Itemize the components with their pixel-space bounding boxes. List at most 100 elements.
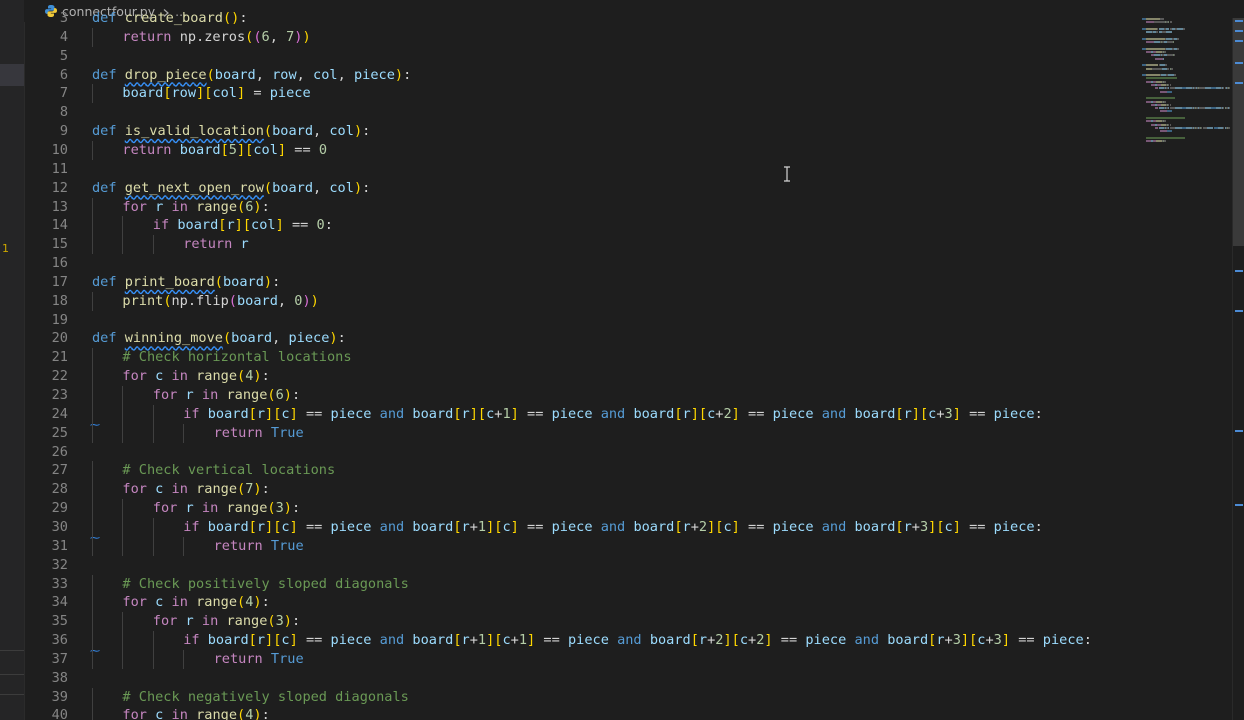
minimap[interactable]	[1142, 18, 1232, 158]
line-number: 38	[51, 669, 68, 686]
line-number: 19	[51, 311, 68, 328]
code-token: :	[403, 66, 412, 83]
code-line[interactable]: 40 for c in range(4):	[24, 706, 1142, 720]
code-line[interactable]: 35 for r in range(3):	[24, 612, 1142, 632]
code-line[interactable]: 32	[24, 556, 1142, 575]
code-token: )	[283, 500, 292, 517]
minimap-line	[1146, 64, 1159, 67]
minimap-line	[1167, 90, 1172, 93]
code-token: True	[270, 424, 304, 441]
code-line[interactable]: 11	[24, 160, 1142, 179]
code-token: [	[674, 518, 683, 535]
code-token: in	[201, 387, 227, 403]
code-token: ==	[739, 405, 773, 422]
minimap-line	[1228, 126, 1230, 129]
code-text: # Check vertical locations	[122, 461, 335, 480]
minimap-line	[1146, 136, 1185, 139]
code-line[interactable]: 33 # Check positively sloped diagonals	[24, 574, 1142, 594]
code-line[interactable]: 13 for r in range(6):	[24, 197, 1142, 217]
code-line[interactable]: 5	[24, 47, 1142, 66]
code-token: 0	[318, 141, 328, 158]
code-line[interactable]: 3 def create_board():	[24, 9, 1142, 28]
code-line[interactable]: 22 for c in range(4):	[24, 367, 1142, 387]
line-number: 10	[51, 141, 68, 158]
code-line[interactable]: 24 ⁓ if board[r][c] == piece and board[r][…	[24, 404, 1142, 431]
code-token: (	[237, 481, 246, 498]
code-line[interactable]: 6 def drop_piece(board, row, col, piece):	[24, 66, 1142, 85]
code-token: (	[206, 66, 215, 83]
code-line[interactable]: 10 return board[5][col] == 0	[24, 140, 1142, 160]
indent-guide	[92, 367, 93, 387]
minimap-line	[1146, 97, 1175, 100]
code-line[interactable]: 30 ⁓ if board[r][c] == piece and board[r+1…	[24, 517, 1142, 544]
code-line[interactable]: 29 for r in range(3):	[24, 499, 1142, 519]
code-token: for	[152, 387, 186, 403]
code-token: ==	[960, 518, 994, 535]
code-token: row	[272, 66, 297, 83]
code-line[interactable]: 38	[24, 669, 1142, 688]
code-token: [	[936, 518, 945, 535]
code-token: piece	[551, 405, 601, 422]
code-line[interactable]: 34 for c in range(4):	[24, 593, 1142, 613]
code-line[interactable]: 12 def get_next_open_row(board, col):	[24, 179, 1142, 198]
code-line[interactable]: 25 return True	[24, 423, 1142, 443]
indent-guide	[92, 84, 93, 104]
scrollbar-marker	[1235, 310, 1243, 312]
line-number: 28	[51, 481, 68, 498]
scrollbar-marker	[1235, 504, 1243, 506]
code-line[interactable]: 15 return r	[24, 235, 1142, 255]
code-token: and	[379, 632, 413, 649]
code-token: col	[329, 179, 354, 196]
vertical-scrollbar[interactable]	[1232, 18, 1244, 720]
code-line[interactable]: 39 # Check negatively sloped diagonals	[24, 687, 1142, 707]
code-line[interactable]: 31 return True	[24, 536, 1142, 556]
code-line[interactable]: 21 # Check horizontal locations	[24, 348, 1142, 368]
code-line[interactable]: 18 print(np.flip(board, 0))	[24, 291, 1142, 311]
code-token: print_board	[124, 273, 215, 290]
code-token: np.flip	[171, 292, 229, 309]
indent-guide	[122, 612, 124, 632]
code-token: return	[213, 424, 271, 441]
line-number: 26	[51, 443, 68, 460]
code-line[interactable]: 20 def winning_move(board, piece):	[24, 329, 1142, 348]
code-token: drop_piece	[124, 66, 207, 83]
code-line[interactable]: 9 def is_valid_location(board, col):	[24, 122, 1142, 141]
code-line[interactable]: 17 def print_board(board):	[24, 273, 1142, 292]
code-token: r	[185, 613, 202, 630]
code-token: :	[272, 273, 281, 290]
code-token: ]	[289, 518, 298, 535]
minimap-line	[1183, 27, 1185, 30]
code-token: piece	[330, 518, 380, 535]
code-line[interactable]: 27 # Check vertical locations	[24, 461, 1142, 481]
code-line[interactable]: 28 for c in range(7):	[24, 480, 1142, 500]
code-token: in	[201, 500, 227, 517]
code-token: ==	[283, 217, 317, 234]
code-token: col	[251, 217, 276, 234]
indent-guide	[92, 348, 93, 368]
scrollbar-thumb[interactable]	[1233, 18, 1244, 246]
code-line[interactable]: 19	[24, 311, 1142, 330]
code-line[interactable]: 26	[24, 443, 1142, 462]
code-token: :	[261, 368, 270, 385]
code-token: ]	[277, 141, 287, 158]
code-token: (	[267, 613, 276, 630]
code-line[interactable]: 37 return True	[24, 649, 1142, 669]
code-text: # Check negatively sloped diagonals	[122, 688, 408, 707]
code-editor[interactable]: 3 def create_board(): 4 return np.zeros((6,…	[24, 10, 1142, 720]
code-line[interactable]: 7 board[row][col] = piece	[24, 84, 1142, 104]
code-line[interactable]: 23 for r in range(6):	[24, 386, 1142, 405]
code-token: ==	[286, 141, 319, 158]
code-token: r	[698, 632, 708, 649]
code-line[interactable]: 4 return np.zeros((6, 7))	[24, 27, 1142, 47]
code-line[interactable]: 16	[24, 254, 1142, 273]
minimap-line	[1159, 90, 1168, 93]
indent-guide	[92, 612, 93, 632]
code-token: board	[272, 123, 313, 140]
line-number: 35	[51, 613, 68, 630]
code-token: for	[122, 594, 156, 611]
scrollbar-marker	[1235, 40, 1243, 42]
code-line[interactable]: 8	[24, 103, 1142, 122]
code-line[interactable]: 14 if board[r][col] == 0:	[24, 216, 1142, 236]
code-line[interactable]: 36 ⁓ if board[r][c] == piece and board[r+1…	[24, 631, 1142, 657]
side-bar-selected-item[interactable]	[0, 64, 24, 86]
